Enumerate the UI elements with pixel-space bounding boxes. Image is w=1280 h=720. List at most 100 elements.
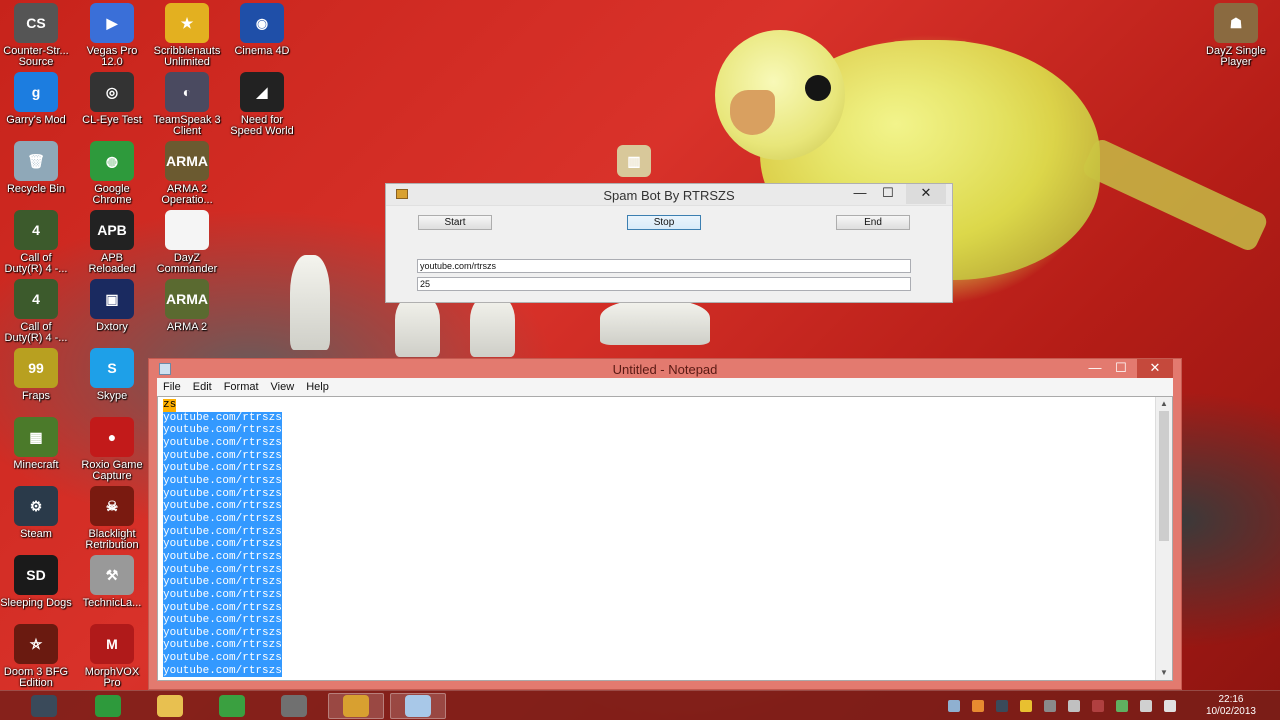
desktop-icon[interactable]: ◍ Google Chrome [76, 141, 148, 206]
desktop-icon[interactable]: 4 Call of Duty(R) 4 -... [0, 279, 72, 344]
notepad-taskbar[interactable] [390, 693, 446, 719]
minimize-button[interactable]: — [1081, 359, 1109, 379]
app-icon: 4 [14, 210, 58, 250]
desktop-icon-folder[interactable]: ▥ [598, 145, 670, 180]
tray-app-icon[interactable] [972, 700, 984, 712]
desktop-icon[interactable]: ⚒ TechnicLa... [76, 555, 148, 609]
desktop-icon-label: ARMA 2 [166, 321, 208, 333]
tray-steam-icon[interactable] [996, 700, 1008, 712]
explorer-icon [157, 695, 183, 717]
steam-taskbar[interactable] [16, 693, 72, 719]
wallpaper-budgie-beak [730, 90, 775, 135]
text-line: youtube.com/rtrszs [163, 639, 282, 653]
desktop-icon[interactable]: g Garry's Mod [0, 72, 72, 126]
app-icon: ◐ [165, 72, 209, 112]
desktop-icon-label: DayZ Single Player [1206, 45, 1266, 68]
scroll-up-icon[interactable]: ▲ [1156, 397, 1172, 411]
minimize-button[interactable]: — [846, 184, 874, 204]
desktop-icon[interactable]: 4 Call of Duty(R) 4 -... [0, 210, 72, 275]
spambot-icon [343, 695, 369, 717]
desktop-icon[interactable]: ◎ CL-Eye Test [76, 72, 148, 126]
menu-help[interactable]: Help [300, 378, 335, 393]
desktop-icon[interactable]: S Skype [76, 348, 148, 402]
menu-view[interactable]: View [265, 378, 301, 393]
app-icon: ● [90, 417, 134, 457]
notepad-title: Untitled - Notepad [612, 362, 718, 377]
chrome-taskbar[interactable] [80, 693, 136, 719]
desktop-icon[interactable]: ⚙ Steam [0, 486, 72, 540]
desktop-icon-label: Skype [96, 390, 128, 402]
tray-app-icon[interactable] [1044, 700, 1056, 712]
desktop-icon[interactable]: CS Counter-Str... Source [0, 3, 72, 68]
message-input[interactable]: youtube.com/rtrszs [417, 259, 911, 273]
desktop-icon-label: Roxio Game Capture [81, 459, 143, 482]
desktop-icon[interactable]: APB APB Reloaded [76, 210, 148, 275]
notepad-titlebar[interactable]: Untitled - Notepad — ☐ ✕ [149, 359, 1181, 379]
desktop-icon-label: Blacklight Retribution [85, 528, 139, 551]
scroll-down-icon[interactable]: ▼ [1156, 666, 1172, 680]
text-line: youtube.com/rtrszs [163, 664, 282, 678]
desktop-icon[interactable]: SD Sleeping Dogs [0, 555, 72, 609]
vertical-scrollbar[interactable]: ▲ ▼ [1155, 397, 1172, 680]
scrollbar-thumb[interactable] [1159, 411, 1169, 541]
desktop-icon[interactable]: ● Roxio Game Capture [76, 417, 148, 482]
text-line: youtube.com/rtrszs [163, 449, 282, 463]
start-button[interactable]: Start [418, 215, 492, 230]
desktop-icon[interactable]: ◢ Need for Speed World [226, 72, 298, 137]
tray-app-icon[interactable] [1068, 700, 1080, 712]
tray-app-icon[interactable] [1020, 700, 1032, 712]
count-input[interactable]: 25 [417, 277, 911, 291]
tray-network-icon[interactable] [948, 700, 960, 712]
desktop-icon[interactable]: ▶ Vegas Pro 12.0 [76, 3, 148, 68]
desktop-icon[interactable]: ☠ Blacklight Retribution [76, 486, 148, 551]
tray-app-icon[interactable] [1092, 700, 1104, 712]
close-button[interactable]: ✕ [906, 184, 946, 204]
app-icon: ⚙ [14, 486, 58, 526]
desktop-icon-label: ARMA 2 Operatio... [161, 183, 213, 206]
desktop-icon[interactable]: ◉ Cinema 4D [226, 3, 298, 57]
explorer-taskbar[interactable] [142, 693, 198, 719]
utorrent-taskbar[interactable] [204, 693, 260, 719]
text-line: youtube.com/rtrszs [163, 576, 282, 589]
app-icon: ⛤ [14, 624, 58, 664]
tray-flag-icon[interactable] [1116, 700, 1128, 712]
desktop-icon[interactable]: DayZ Commander [151, 210, 223, 275]
desktop-icon[interactable]: 99 Fraps [0, 348, 72, 402]
app-taskbar[interactable] [266, 693, 322, 719]
desktop-icon[interactable]: ARMA ARMA 2 Operatio... [151, 141, 223, 206]
menu-edit[interactable]: Edit [187, 378, 218, 393]
tray-volume-icon[interactable] [1164, 700, 1176, 712]
chrome-icon [95, 695, 121, 717]
clock[interactable]: 22:16 10/02/2013 [1206, 694, 1256, 718]
desktop-icon[interactable]: ◐ TeamSpeak 3 Client [151, 72, 223, 137]
tray-network-status-icon[interactable] [1140, 700, 1152, 712]
desktop-icon-label: Cinema 4D [234, 45, 290, 57]
menu-file[interactable]: File [157, 378, 187, 393]
desktop-icon-label: Call of Duty(R) 4 -... [4, 321, 68, 344]
desktop-icon-label: Google Chrome [92, 183, 132, 206]
maximize-button[interactable]: ☐ [1107, 359, 1135, 379]
desktop-icon[interactable]: ☗ DayZ Single Player [1200, 3, 1272, 68]
desktop-icon-label: TechnicLa... [82, 597, 142, 609]
desktop-icon[interactable]: ARMA ARMA 2 [151, 279, 223, 333]
desktop-icon[interactable]: M MorphVOX Pro [76, 624, 148, 689]
desktop-icon[interactable]: ★ Scribblenauts Unlimited [151, 3, 223, 68]
desktop-icon-label: Counter-Str... Source [3, 45, 69, 68]
desktop-icon[interactable]: ⛤ Doom 3 BFG Edition [0, 624, 72, 689]
close-button[interactable]: ✕ [1137, 359, 1173, 379]
menu-format[interactable]: Format [218, 378, 265, 393]
desktop-icon-label: APB Reloaded [88, 252, 136, 275]
notepad-text-area[interactable]: zs youtube.com/rtrszs youtube.com/rtrszs y… [157, 396, 1173, 681]
spambot-titlebar[interactable]: Spam Bot By RTRSZS — ☐ ✕ [386, 184, 952, 206]
stop-button[interactable]: Stop [627, 215, 701, 230]
desktop-icon[interactable]: ▣ Dxtory [76, 279, 148, 333]
desktop-icon[interactable]: 🗑 Recycle Bin [0, 141, 72, 195]
desktop-icon-label: Sleeping Dogs [0, 597, 72, 609]
app-icon: ◍ [90, 141, 134, 181]
app-icon: ARMA [165, 141, 209, 181]
desktop-icon-label: DayZ Commander [156, 252, 218, 275]
end-button[interactable]: End [836, 215, 910, 230]
desktop-icon[interactable]: ▦ Minecraft [0, 417, 72, 471]
maximize-button[interactable]: ☐ [874, 184, 902, 204]
spambot-taskbar[interactable] [328, 693, 384, 719]
